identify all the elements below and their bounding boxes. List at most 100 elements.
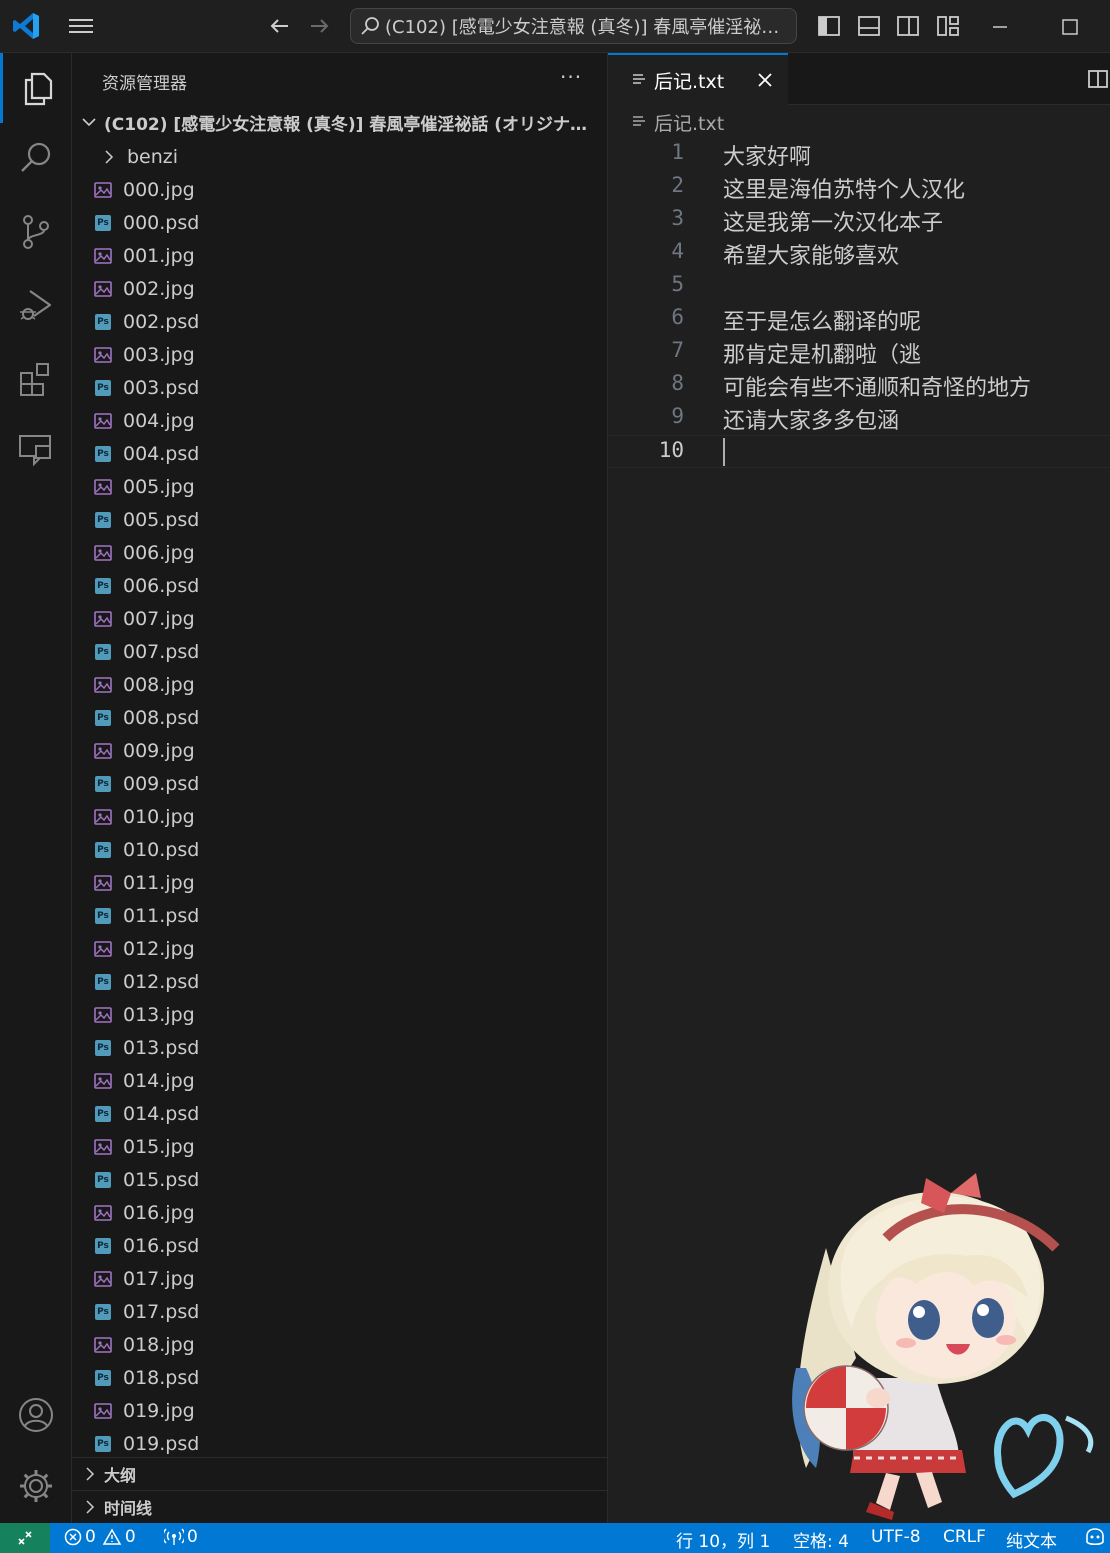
tree-file-row[interactable]: Ps 000.psd: [72, 206, 607, 239]
line-number: 7: [671, 338, 684, 362]
file-label: 015.psd: [123, 1168, 200, 1191]
outline-section[interactable]: 大纲: [72, 1457, 607, 1490]
code-line[interactable]: 7 那肯定是机翻啦（逃: [608, 336, 1110, 369]
code-line[interactable]: 8 可能会有些不通顺和奇怪的地方: [608, 369, 1110, 402]
indentation[interactable]: 空格: 4: [793, 1527, 849, 1552]
activity-extensions[interactable]: [0, 343, 72, 413]
tree-file-row[interactable]: 008.jpg: [72, 668, 607, 701]
close-icon[interactable]: [754, 69, 776, 91]
activity-settings[interactable]: [0, 1451, 72, 1521]
tree-file-row[interactable]: Ps 003.psd: [72, 371, 607, 404]
tree-file-row[interactable]: Ps 009.psd: [72, 767, 607, 800]
image-file-icon: [94, 544, 112, 562]
tree-folder-benzi[interactable]: benzi: [72, 140, 607, 173]
code-line[interactable]: 9 还请大家多多包涵: [608, 402, 1110, 435]
menu-icon[interactable]: [66, 13, 96, 39]
tab-afterword[interactable]: 后记.txt: [608, 53, 788, 105]
file-label: 009.jpg: [123, 739, 195, 762]
tree-file-row[interactable]: 018.jpg: [72, 1328, 607, 1361]
copilot-status[interactable]: [1084, 1527, 1106, 1547]
command-center-search[interactable]: (C102) [感電少女注意報 (真冬)] 春風亭催淫祕話 (...: [350, 8, 797, 44]
more-actions-button[interactable]: ···: [560, 65, 582, 89]
tree-file-row[interactable]: 004.jpg: [72, 404, 607, 437]
file-label: 018.psd: [123, 1366, 200, 1389]
vscode-logo-icon: [13, 13, 39, 39]
image-file-icon: [94, 478, 112, 496]
tree-file-row[interactable]: 002.jpg: [72, 272, 607, 305]
ports-indicator[interactable]: 0: [164, 1527, 198, 1547]
tree-file-row[interactable]: Ps 016.psd: [72, 1229, 607, 1262]
tree-file-row[interactable]: 014.jpg: [72, 1064, 607, 1097]
line-text: 那肯定是机翻啦（逃: [723, 343, 922, 368]
code-line[interactable]: 3 这是我第一次汉化本子: [608, 204, 1110, 237]
tree-file-row[interactable]: 019.jpg: [72, 1394, 607, 1427]
forward-arrow-icon[interactable]: [305, 12, 333, 40]
photoshop-file-icon: Ps: [94, 379, 112, 397]
activity-accounts[interactable]: [0, 1380, 72, 1450]
split-editor-icon[interactable]: [1086, 67, 1110, 91]
activity-search[interactable]: [0, 123, 72, 193]
tree-file-row[interactable]: 003.jpg: [72, 338, 607, 371]
tree-file-row[interactable]: Ps 019.psd: [72, 1427, 607, 1460]
tree-file-row[interactable]: Ps 012.psd: [72, 965, 607, 998]
tree-file-row[interactable]: Ps 007.psd: [72, 635, 607, 668]
minimize-icon[interactable]: [985, 14, 1015, 40]
end-of-line[interactable]: CRLF: [943, 1527, 986, 1547]
toggle-secondary-sidebar-icon[interactable]: [894, 12, 922, 40]
photoshop-file-icon: Ps: [94, 907, 112, 925]
file-label: 008.jpg: [123, 673, 195, 696]
problems-indicator[interactable]: 0 0: [64, 1527, 136, 1547]
timeline-section[interactable]: 时间线: [72, 1490, 607, 1523]
tree-file-row[interactable]: Ps 010.psd: [72, 833, 607, 866]
activity-explorer[interactable]: [0, 53, 72, 123]
tree-file-row[interactable]: Ps 004.psd: [72, 437, 607, 470]
tree-file-row[interactable]: 001.jpg: [72, 239, 607, 272]
tree-file-row[interactable]: 016.jpg: [72, 1196, 607, 1229]
tree-file-row[interactable]: 000.jpg: [72, 173, 607, 206]
tree-file-row[interactable]: Ps 015.psd: [72, 1163, 607, 1196]
tree-file-row[interactable]: 007.jpg: [72, 602, 607, 635]
tree-file-row[interactable]: Ps 006.psd: [72, 569, 607, 602]
root-folder-header[interactable]: (C102) [感電少女注意報 (真冬)] 春風亭催淫祕話 (オリジナル) [D…: [72, 107, 607, 137]
tree-file-row[interactable]: 010.jpg: [72, 800, 607, 833]
tree-file-row[interactable]: Ps 011.psd: [72, 899, 607, 932]
toggle-panel-icon[interactable]: [855, 12, 883, 40]
tree-file-row[interactable]: 013.jpg: [72, 998, 607, 1031]
tree-file-row[interactable]: Ps 017.psd: [72, 1295, 607, 1328]
back-arrow-icon[interactable]: [266, 12, 294, 40]
activity-source-control[interactable]: [0, 197, 72, 267]
tree-file-row[interactable]: Ps 014.psd: [72, 1097, 607, 1130]
file-label: 017.psd: [123, 1300, 200, 1323]
tree-file-row[interactable]: 009.jpg: [72, 734, 607, 767]
maximize-icon[interactable]: [1055, 14, 1085, 40]
file-label: 003.jpg: [123, 343, 195, 366]
toggle-primary-sidebar-icon[interactable]: [815, 12, 843, 40]
code-line[interactable]: 4 希望大家能够喜欢: [608, 237, 1110, 270]
line-number: 8: [671, 371, 684, 395]
customize-layout-icon[interactable]: [934, 12, 962, 40]
breadcrumb[interactable]: 后记.txt: [632, 108, 724, 136]
code-line[interactable]: 2 这里是海伯苏特个人汉化: [608, 171, 1110, 204]
code-line[interactable]: 6 至于是怎么翻译的呢: [608, 303, 1110, 336]
activity-remote-explorer[interactable]: [0, 413, 72, 483]
activity-run-debug[interactable]: [0, 270, 72, 340]
code-line[interactable]: 10: [608, 435, 1110, 468]
remote-indicator[interactable]: [0, 1523, 50, 1553]
tree-file-row[interactable]: Ps 008.psd: [72, 701, 607, 734]
code-line[interactable]: 5: [608, 270, 1110, 303]
tree-file-row[interactable]: Ps 018.psd: [72, 1361, 607, 1394]
activity-bar: [0, 53, 72, 1523]
code-line[interactable]: 1 大家好啊: [608, 138, 1110, 171]
tree-file-row[interactable]: Ps 002.psd: [72, 305, 607, 338]
encoding[interactable]: UTF-8: [871, 1527, 921, 1547]
tree-file-row[interactable]: 005.jpg: [72, 470, 607, 503]
language-mode[interactable]: 纯文本: [1006, 1527, 1057, 1552]
cursor-position[interactable]: 行 10，列 1: [676, 1527, 770, 1552]
tree-file-row[interactable]: 012.jpg: [72, 932, 607, 965]
tree-file-row[interactable]: 015.jpg: [72, 1130, 607, 1163]
tree-file-row[interactable]: Ps 013.psd: [72, 1031, 607, 1064]
tree-file-row[interactable]: 017.jpg: [72, 1262, 607, 1295]
tree-file-row[interactable]: Ps 005.psd: [72, 503, 607, 536]
tree-file-row[interactable]: 006.jpg: [72, 536, 607, 569]
tree-file-row[interactable]: 011.jpg: [72, 866, 607, 899]
